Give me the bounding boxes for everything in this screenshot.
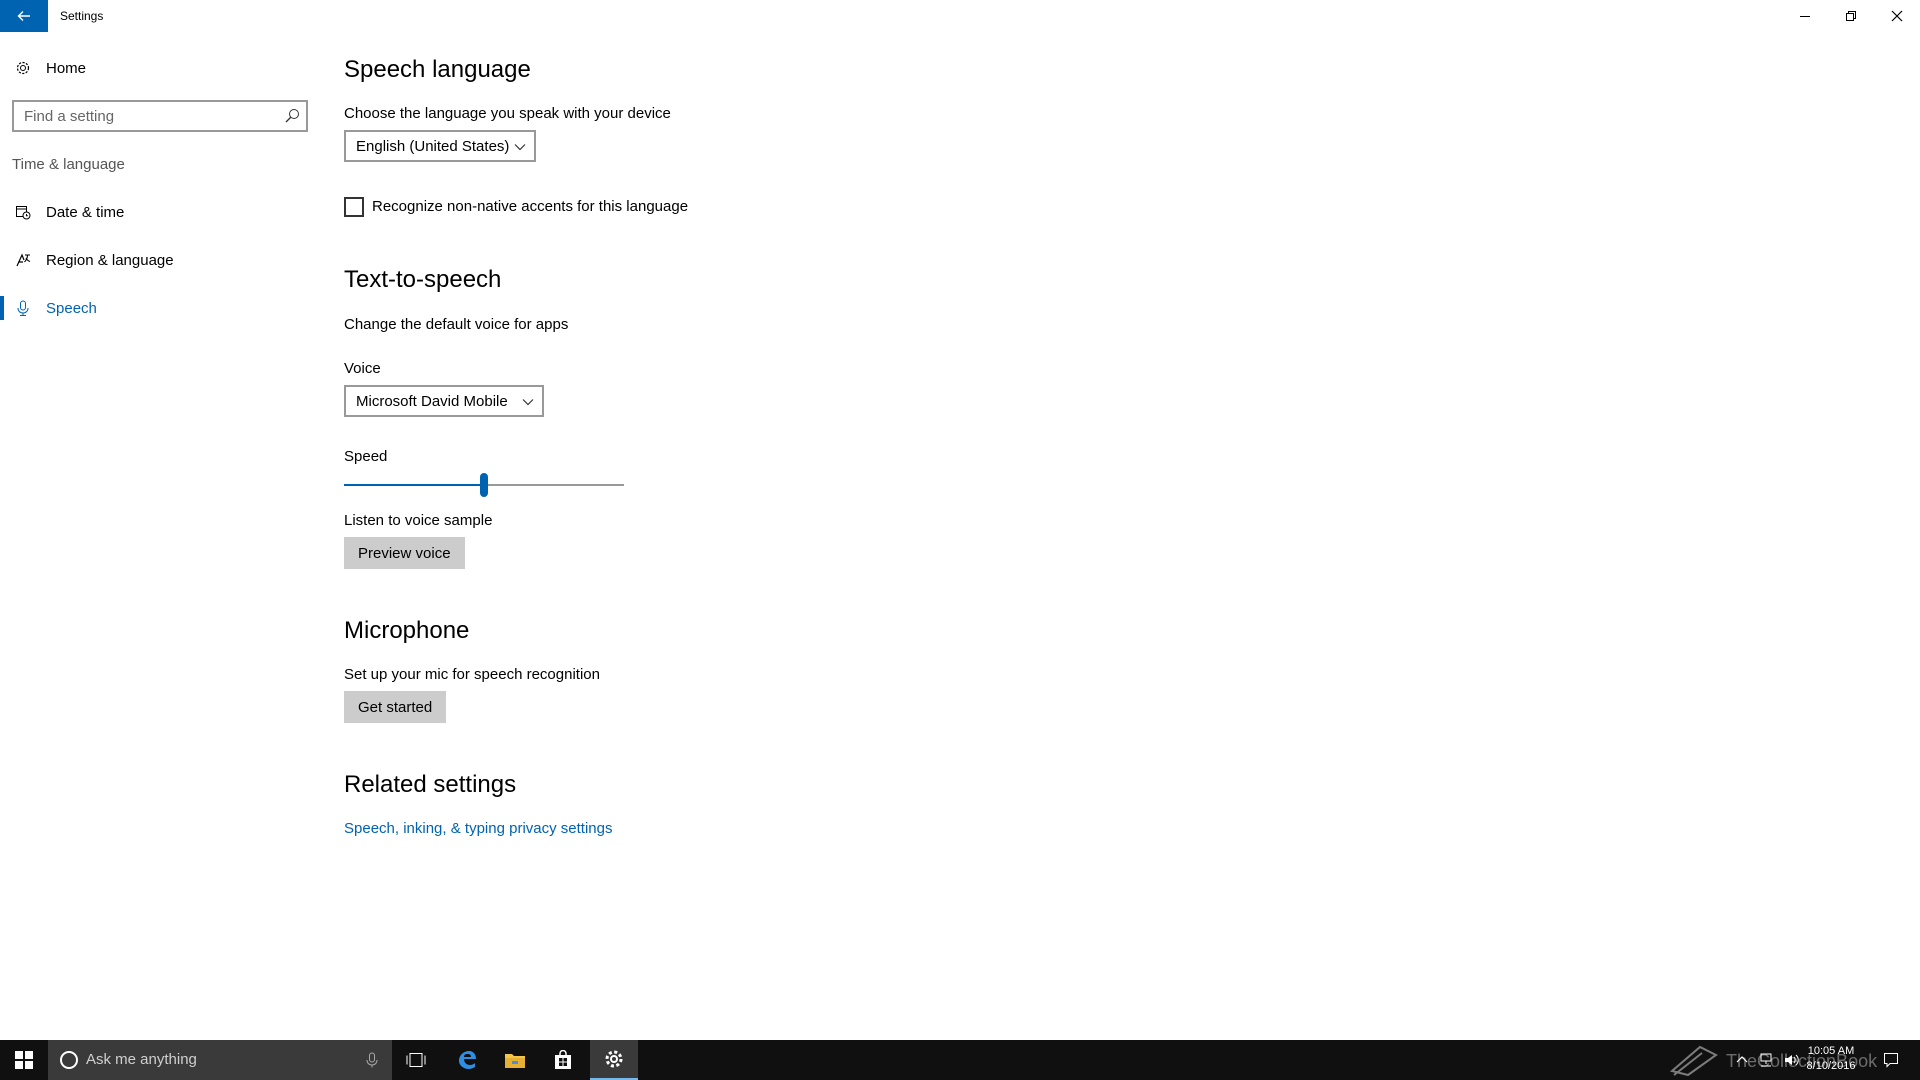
- network-icon: [1760, 1053, 1772, 1067]
- book-logo-icon: [1670, 1045, 1718, 1077]
- sidebar-item-label: Home: [46, 59, 87, 77]
- edge-browser-button[interactable]: [443, 1040, 491, 1080]
- sidebar-item-region-language[interactable]: Region & language: [0, 240, 320, 280]
- sidebar-item-label: Region & language: [46, 251, 174, 269]
- back-button[interactable]: [0, 0, 48, 32]
- clock-time: 10:05 AM: [1807, 1045, 1855, 1057]
- cortana-icon: [60, 1051, 78, 1069]
- restore-icon: [1846, 11, 1856, 21]
- speech-language-dropdown[interactable]: English (United States): [344, 130, 536, 162]
- show-hidden-icons-button[interactable]: [1732, 1040, 1752, 1080]
- accent-checkbox[interactable]: [344, 197, 364, 217]
- dropdown-value: English (United States): [356, 137, 510, 155]
- voice-label: Voice: [344, 360, 381, 377]
- slider-thumb[interactable]: [480, 473, 488, 497]
- sidebar-item-label: Speech: [46, 299, 97, 317]
- file-explorer-button[interactable]: [491, 1040, 539, 1080]
- back-arrow-icon: [17, 11, 30, 21]
- notification-icon: [1884, 1053, 1898, 1068]
- start-button[interactable]: [0, 1040, 48, 1080]
- sidebar-item-date-time[interactable]: Date & time: [0, 192, 320, 232]
- taskbar-clock[interactable]: 10:05 AM 8/10/2016: [1796, 1044, 1866, 1074]
- search-input[interactable]: [14, 102, 274, 130]
- find-setting-search[interactable]: [12, 100, 308, 132]
- settings-taskbar-button[interactable]: [590, 1040, 638, 1080]
- tts-description: Change the default voice for apps: [344, 316, 569, 333]
- store-button[interactable]: [539, 1040, 587, 1080]
- accent-checkbox-label: Recognize non-native accents for this la…: [372, 198, 689, 215]
- voice-sample-label: Listen to voice sample: [344, 512, 493, 529]
- get-started-button[interactable]: Get started: [344, 691, 447, 723]
- related-settings-heading: Related settings: [344, 771, 517, 798]
- network-button[interactable]: [1754, 1040, 1778, 1080]
- clock-date: 8/10/2016: [1806, 1060, 1856, 1072]
- minimize-button[interactable]: [1782, 0, 1828, 32]
- gear-icon: [14, 59, 32, 77]
- store-bag-icon: [555, 1050, 571, 1069]
- microphone-icon: [14, 299, 32, 317]
- privacy-settings-link[interactable]: Speech, inking, & typing privacy setting…: [344, 820, 612, 837]
- microphone-icon[interactable]: [364, 1052, 380, 1068]
- action-center-button[interactable]: [1876, 1040, 1906, 1080]
- close-button[interactable]: [1874, 0, 1920, 32]
- voice-dropdown[interactable]: Microsoft David Mobile: [344, 385, 544, 417]
- window-title: Settings: [60, 9, 104, 23]
- speech-language-description: Choose the language you speak with your …: [344, 105, 671, 122]
- tts-heading: Text-to-speech: [344, 266, 502, 293]
- microphone-heading: Microphone: [344, 617, 470, 644]
- dropdown-value: Microsoft David Mobile: [356, 392, 508, 410]
- group-label: Time & language: [12, 156, 125, 173]
- speed-label: Speed: [344, 448, 388, 465]
- windows-logo-icon: [15, 1051, 33, 1069]
- chevron-down-icon: [522, 399, 534, 406]
- slider-fill: [344, 484, 484, 486]
- task-view-icon: [406, 1053, 426, 1067]
- active-indicator: [0, 296, 4, 320]
- cortana-search-box[interactable]: Ask me anything: [48, 1040, 392, 1080]
- sidebar-item-speech[interactable]: Speech: [0, 288, 320, 328]
- preview-voice-button[interactable]: Preview voice: [344, 537, 465, 569]
- folder-icon: [505, 1054, 525, 1068]
- close-icon: [1891, 10, 1903, 22]
- cortana-placeholder: Ask me anything: [86, 1051, 197, 1068]
- minimize-icon: [1800, 16, 1810, 17]
- task-view-button[interactable]: [392, 1040, 440, 1080]
- search-icon: [285, 109, 299, 123]
- chevron-down-icon: [514, 144, 526, 151]
- chevron-up-icon: [1736, 1056, 1748, 1063]
- speed-slider[interactable]: [344, 470, 624, 500]
- gear-icon: [605, 1050, 623, 1068]
- title-bar: Settings: [0, 0, 1920, 32]
- edge-icon: [459, 1051, 476, 1069]
- sidebar-item-label: Date & time: [46, 203, 125, 221]
- region-language-icon: [14, 251, 32, 269]
- microphone-description: Set up your mic for speech recognition: [344, 666, 600, 683]
- restore-button[interactable]: [1828, 0, 1874, 32]
- taskbar: Ask me anything TheCollectionBook 10:05 …: [0, 1040, 1920, 1080]
- calendar-clock-icon: [14, 203, 32, 221]
- speech-language-heading: Speech language: [344, 56, 531, 83]
- sidebar-item-home[interactable]: Home: [0, 48, 320, 88]
- sidebar: Home Time & language Date & time Region …: [0, 32, 320, 1040]
